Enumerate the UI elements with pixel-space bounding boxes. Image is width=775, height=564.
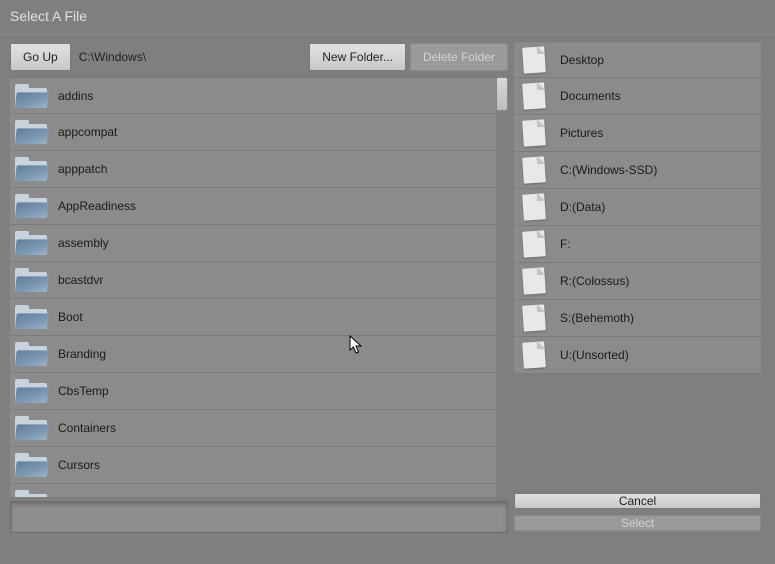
location-row[interactable]: D:(Data) xyxy=(514,189,761,226)
drive-icon xyxy=(516,340,552,370)
location-label: Pictures xyxy=(560,126,603,140)
folder-icon xyxy=(12,413,50,443)
location-label: Desktop xyxy=(560,53,604,67)
drive-icon xyxy=(516,81,552,111)
folder-row[interactable]: debug xyxy=(10,484,496,497)
location-label: F: xyxy=(560,237,571,251)
folder-row[interactable]: AppReadiness xyxy=(10,188,496,225)
folder-icon xyxy=(12,487,50,497)
location-label: S:(Behemoth) xyxy=(560,311,634,325)
location-label: R:(Colossus) xyxy=(560,274,629,288)
drive-icon xyxy=(516,192,552,222)
folder-icon xyxy=(12,228,50,258)
folder-row[interactable]: Cursors xyxy=(10,447,496,484)
folder-icon xyxy=(12,154,50,184)
location-row[interactable]: Desktop xyxy=(514,41,761,78)
path-display: C:\Windows\ xyxy=(75,50,306,64)
folder-label: Branding xyxy=(58,347,106,361)
location-row[interactable]: R:(Colossus) xyxy=(514,263,761,300)
location-row[interactable]: F: xyxy=(514,226,761,263)
location-row[interactable]: Pictures xyxy=(514,115,761,152)
folder-icon xyxy=(12,450,50,480)
folder-row[interactable]: Branding xyxy=(10,336,496,373)
delete-folder-button: Delete Folder xyxy=(410,43,508,71)
drive-icon xyxy=(516,155,552,185)
folder-row[interactable]: Boot xyxy=(10,299,496,336)
location-row[interactable]: S:(Behemoth) xyxy=(514,300,761,337)
folder-icon xyxy=(12,117,50,147)
folder-row[interactable]: addins xyxy=(10,77,496,114)
folder-label: addins xyxy=(58,89,93,103)
scrollbar[interactable] xyxy=(496,77,508,497)
file-list: addins appcompat apppatch AppReadiness assem… xyxy=(10,77,508,497)
toolbar: Go Up C:\Windows\ New Folder... Delete F… xyxy=(10,41,508,73)
folder-icon xyxy=(12,191,50,221)
folder-row[interactable]: bcastdvr xyxy=(10,262,496,299)
go-up-button[interactable]: Go Up xyxy=(10,43,71,71)
folder-icon xyxy=(12,339,50,369)
folder-row[interactable]: CbsTemp xyxy=(10,373,496,410)
divider xyxy=(0,34,775,35)
folder-row[interactable]: assembly xyxy=(10,225,496,262)
folder-icon xyxy=(12,265,50,295)
location-row[interactable]: U:(Unsorted) xyxy=(514,337,761,374)
dialog-title: Select A File xyxy=(0,0,775,34)
filename-input[interactable] xyxy=(10,501,508,533)
folder-label: Containers xyxy=(58,421,116,435)
folder-label: apppatch xyxy=(58,162,107,176)
location-row[interactable]: C:(Windows-SSD) xyxy=(514,152,761,189)
folder-icon xyxy=(12,302,50,332)
folder-row[interactable]: appcompat xyxy=(10,114,496,151)
folder-label: Cursors xyxy=(58,458,100,472)
folder-label: assembly xyxy=(58,236,109,250)
location-row[interactable]: Documents xyxy=(514,78,761,115)
folder-icon xyxy=(12,81,50,111)
folder-label: CbsTemp xyxy=(58,384,109,398)
folder-row[interactable]: Containers xyxy=(10,410,496,447)
location-label: U:(Unsorted) xyxy=(560,348,629,362)
folder-label: AppReadiness xyxy=(58,199,136,213)
folder-label: Boot xyxy=(58,310,83,324)
drive-icon xyxy=(516,45,552,75)
folder-label: bcastdvr xyxy=(58,273,103,287)
location-label: D:(Data) xyxy=(560,200,605,214)
location-label: Documents xyxy=(560,89,621,103)
drive-icon xyxy=(516,118,552,148)
new-folder-button[interactable]: New Folder... xyxy=(309,43,406,71)
folder-label: appcompat xyxy=(58,125,117,139)
folder-row[interactable]: apppatch xyxy=(10,151,496,188)
locations-list: Desktop Documents Pictures C:(Windows-SSD) D… xyxy=(514,41,761,374)
location-label: C:(Windows-SSD) xyxy=(560,163,657,177)
folder-label: debug xyxy=(58,495,91,497)
drive-icon xyxy=(516,266,552,296)
drive-icon xyxy=(516,229,552,259)
drive-icon xyxy=(516,303,552,333)
select-button: Select xyxy=(514,515,761,531)
folder-icon xyxy=(12,376,50,406)
scrollbar-thumb[interactable] xyxy=(496,77,508,111)
cancel-button[interactable]: Cancel xyxy=(514,493,761,509)
